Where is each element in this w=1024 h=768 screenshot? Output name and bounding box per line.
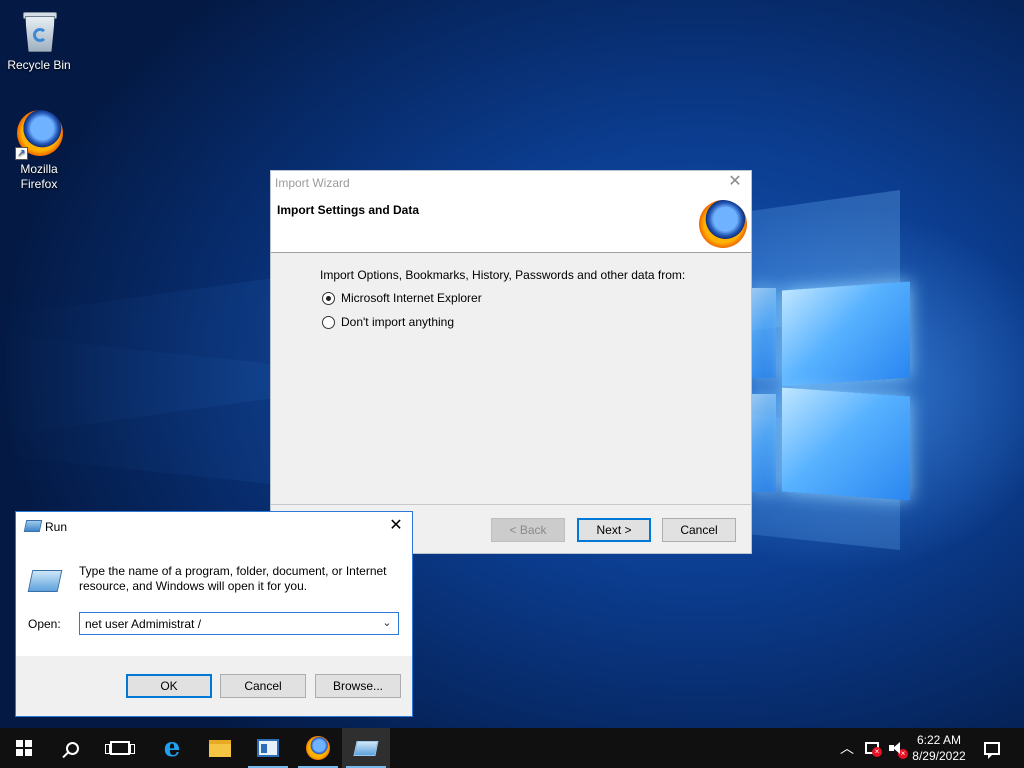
clock-date: 8/29/2022 — [912, 749, 966, 763]
window-title: Import Wizard — [275, 176, 350, 190]
volume-button[interactable]: × — [884, 728, 908, 768]
radio-button[interactable] — [322, 291, 335, 305]
wizard-heading: Import Settings and Data — [277, 203, 420, 217]
ok-button[interactable]: OK — [126, 674, 212, 698]
clock-time: 6:22 AM — [916, 733, 962, 747]
option-label: Microsoft Internet Explorer — [341, 291, 482, 305]
windows-logo-wallpaper — [752, 268, 912, 504]
taskbar: e ︿ × × 6:22 AM 8/29/2022 — [0, 728, 1024, 768]
action-center-button[interactable] — [980, 728, 1004, 768]
run-description: Type the name of a program, folder, docu… — [79, 564, 387, 593]
close-icon[interactable]: ✕ — [388, 518, 404, 534]
cancel-button[interactable]: Cancel — [220, 674, 306, 698]
start-button[interactable] — [0, 728, 48, 768]
notification-icon — [984, 741, 1000, 759]
show-hidden-icons-chevron-up-icon[interactable]: ︿ — [836, 728, 858, 768]
taskbar-firefox[interactable] — [294, 728, 342, 768]
taskbar-file-explorer[interactable] — [196, 728, 244, 768]
firefox-icon — [699, 200, 747, 248]
run-body: Type the name of a program, folder, docu… — [16, 542, 412, 656]
search-button[interactable] — [48, 728, 96, 768]
network-disconnected-icon: × — [865, 742, 882, 757]
wizard-content: Import Options, Bookmarks, History, Pass… — [271, 254, 751, 504]
back-button[interactable]: < Back — [491, 518, 565, 542]
title-bar[interactable]: Run ✕ — [16, 512, 412, 542]
folder-icon — [209, 739, 231, 757]
run-icon — [353, 740, 379, 756]
wizard-header: Import Settings and Data — [271, 195, 751, 253]
desktop-icon-label: Recycle Bin — [7, 58, 71, 72]
server-manager-icon — [257, 739, 279, 757]
radio-button[interactable] — [322, 315, 335, 329]
run-dialog: Run ✕ Type the name of a program, folder… — [15, 511, 413, 717]
run-icon — [23, 520, 43, 532]
open-label: Open: — [28, 617, 61, 631]
open-combobox[interactable]: ⌄ — [79, 612, 399, 635]
run-icon — [27, 570, 63, 592]
divider — [271, 504, 751, 505]
firefox-icon — [306, 736, 330, 760]
taskbar-run[interactable] — [342, 728, 390, 768]
cancel-button[interactable]: Cancel — [662, 518, 736, 542]
option-label: Don't import anything — [341, 315, 455, 329]
browse-button[interactable]: Browse... — [315, 674, 401, 698]
system-clock[interactable]: 6:22 AM 8/29/2022 — [906, 728, 972, 768]
title-bar[interactable]: Import Wizard — [271, 171, 751, 195]
desktop-icon-firefox[interactable]: ↗ Mozilla Firefox — [1, 110, 77, 192]
desktop-icon-recycle-bin[interactable]: Recycle Bin — [1, 6, 77, 73]
internet-explorer-icon: e — [163, 733, 181, 763]
network-status-button[interactable]: × — [860, 728, 884, 768]
next-button[interactable]: Next > — [577, 518, 651, 542]
desktop-icon-label: Mozilla Firefox — [20, 162, 58, 191]
chevron-down-icon[interactable]: ⌄ — [380, 616, 394, 630]
import-prompt: Import Options, Bookmarks, History, Pass… — [320, 268, 686, 282]
option-dont-import[interactable]: Don't import anything — [322, 315, 454, 329]
windows-logo-icon — [16, 740, 32, 756]
task-view-icon — [105, 741, 135, 755]
shortcut-arrow-icon: ↗ — [15, 147, 28, 160]
firefox-icon: ↗ — [15, 110, 63, 160]
option-internet-explorer[interactable]: Microsoft Internet Explorer — [322, 291, 482, 305]
task-view-button[interactable] — [96, 728, 144, 768]
import-wizard-window: Import Wizard ✕ Import Settings and Data… — [270, 170, 752, 554]
close-icon[interactable]: ✕ — [727, 174, 743, 190]
volume-muted-icon: × — [889, 742, 908, 759]
taskbar-internet-explorer[interactable]: e — [148, 728, 196, 768]
recycle-bin-icon — [15, 6, 63, 54]
taskbar-server-manager[interactable] — [244, 728, 292, 768]
search-icon — [65, 741, 79, 755]
open-input[interactable] — [80, 613, 370, 634]
window-title: Run — [45, 520, 68, 534]
